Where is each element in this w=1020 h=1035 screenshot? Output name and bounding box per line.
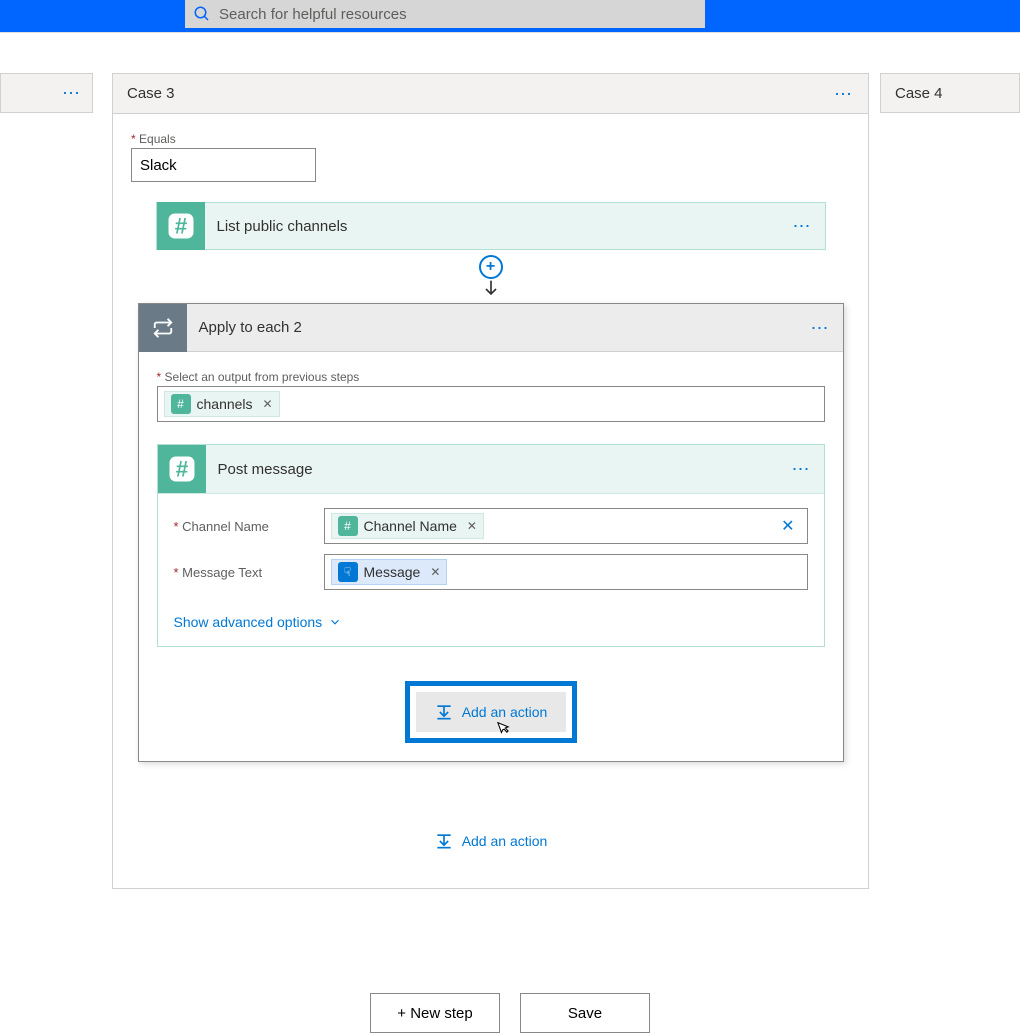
arrow-down-icon xyxy=(481,279,501,299)
slack-icon: # xyxy=(157,202,205,250)
clear-icon[interactable]: ✕ xyxy=(775,516,800,536)
ellipsis-icon[interactable]: ⋯ xyxy=(811,323,843,333)
token-message[interactable]: ☟ Message ✕ xyxy=(331,559,448,585)
case-prev-card[interactable]: ⋯ xyxy=(0,73,93,113)
close-icon[interactable]: ✕ xyxy=(467,519,477,533)
equals-input[interactable] xyxy=(131,148,316,182)
add-action-icon xyxy=(434,703,454,721)
case-header[interactable]: Case 3 ⋯ xyxy=(113,74,868,114)
add-action-icon xyxy=(434,832,454,850)
case-title: Case 3 xyxy=(127,85,175,102)
add-step-icon[interactable]: + xyxy=(479,255,503,279)
loop-icon xyxy=(139,304,187,352)
close-icon[interactable]: ✕ xyxy=(430,565,440,579)
ellipsis-icon[interactable]: ⋯ xyxy=(793,221,825,231)
token-channels[interactable]: # channels ✕ xyxy=(164,391,280,417)
chevron-down-icon xyxy=(328,615,342,629)
case-next-card[interactable]: Case 4 xyxy=(880,73,1020,113)
close-icon[interactable]: ✕ xyxy=(263,397,273,411)
select-output-input[interactable]: # channels ✕ xyxy=(157,386,825,422)
channel-name-input[interactable]: # Channel Name ✕ ✕ xyxy=(324,508,808,544)
add-action-inner-button[interactable]: Add an action xyxy=(416,692,566,732)
step-post-message: # Post message ⋯ Channel Name xyxy=(157,444,825,647)
channel-name-label: Channel Name xyxy=(174,519,324,534)
svg-text:#: # xyxy=(174,214,187,239)
slack-icon: # xyxy=(158,445,206,493)
token-label: Channel Name xyxy=(364,518,457,534)
step-title: List public channels xyxy=(205,218,793,235)
search-input[interactable]: Search for helpful resources xyxy=(185,0,705,28)
apply-to-each-container: Apply to each 2 ⋯ Select an output from … xyxy=(138,303,844,762)
post-message-title: Post message xyxy=(206,461,792,478)
step-list-public-channels[interactable]: # List public channels ⋯ xyxy=(156,202,826,250)
add-action-highlight: Add an action xyxy=(405,681,577,743)
select-output-label: Select an output from previous steps xyxy=(157,370,825,384)
message-text-label: Message Text xyxy=(174,565,324,580)
advanced-label: Show advanced options xyxy=(174,614,323,630)
token-channel-name[interactable]: # Channel Name ✕ xyxy=(331,513,484,539)
svg-text:#: # xyxy=(175,457,188,482)
flow-canvas: ⋯ Case 4 Case 3 ⋯ Equals # List public c… xyxy=(0,73,1020,1033)
case-next-title: Case 4 xyxy=(895,85,943,102)
equals-label: Equals xyxy=(131,132,850,146)
show-advanced-options[interactable]: Show advanced options xyxy=(174,614,343,630)
save-button[interactable]: Save xyxy=(520,993,650,1033)
cursor-icon xyxy=(494,718,512,738)
apply-title: Apply to each 2 xyxy=(187,319,811,336)
add-action-outer-button[interactable]: Add an action xyxy=(434,832,548,850)
add-action-label: Add an action xyxy=(462,833,548,849)
search-placeholder: Search for helpful resources xyxy=(219,6,407,23)
ellipsis-icon[interactable]: ⋯ xyxy=(62,88,82,98)
search-icon xyxy=(193,5,211,23)
token-label: Message xyxy=(364,564,421,580)
new-step-button[interactable]: + New step xyxy=(370,993,500,1033)
case-main-card: Case 3 ⋯ Equals # List public channels ⋯… xyxy=(112,73,869,889)
message-text-input[interactable]: ☟ Message ✕ xyxy=(324,554,808,590)
top-bar: Search for helpful resources xyxy=(0,0,1020,32)
post-message-header[interactable]: # Post message ⋯ xyxy=(158,445,824,493)
ellipsis-icon[interactable]: ⋯ xyxy=(792,464,824,474)
ellipsis-icon[interactable]: ⋯ xyxy=(834,89,854,99)
footer-buttons: + New step Save xyxy=(0,993,1020,1033)
slack-icon: # xyxy=(338,516,358,536)
token-label: channels xyxy=(197,396,253,412)
dynamic-content-icon: ☟ xyxy=(338,562,358,582)
slack-icon: # xyxy=(171,394,191,414)
apply-header[interactable]: Apply to each 2 ⋯ xyxy=(139,304,843,352)
